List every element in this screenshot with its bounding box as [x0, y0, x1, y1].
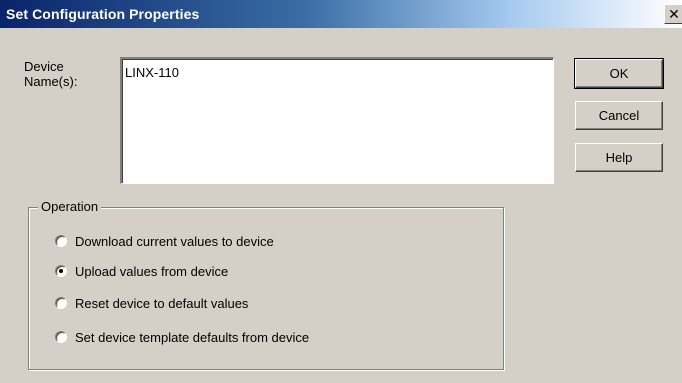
device-names-label-line1: Device [24, 59, 64, 74]
device-names-label-line2: Name(s): [24, 74, 78, 89]
radio-button-selected[interactable] [55, 265, 67, 277]
help-button-label: Help [605, 150, 633, 165]
radio-label: Download current values to device [75, 233, 274, 249]
radio-label: Set device template defaults from device [75, 329, 310, 345]
cancel-button[interactable]: Cancel [575, 101, 663, 130]
device-names-textarea[interactable]: LINX-110 [120, 57, 554, 184]
ok-button-label: OK [609, 66, 629, 81]
radio-button[interactable] [55, 331, 67, 343]
device-names-value: LINX-110 [125, 65, 179, 80]
radio-button[interactable] [55, 297, 67, 309]
radio-label: Upload values from device [75, 263, 229, 279]
close-icon: ✕ [668, 6, 680, 22]
radio-upload-values[interactable]: Upload values from device [55, 262, 228, 280]
radio-label: Reset device to default values [75, 295, 249, 311]
ok-button[interactable]: OK [574, 58, 664, 89]
operation-group-legend: Operation [38, 199, 102, 215]
radio-reset-defaults[interactable]: Reset device to default values [55, 294, 248, 312]
radio-download-current-values[interactable]: Download current values to device [55, 232, 274, 250]
radio-set-template-defaults[interactable]: Set device template defaults from device [55, 328, 309, 346]
dialog-title: Set Configuration Properties [6, 6, 200, 22]
cancel-button-label: Cancel [598, 108, 640, 123]
title-bar[interactable]: Set Configuration Properties ✕ [0, 0, 682, 28]
help-button[interactable]: Help [575, 143, 663, 172]
close-button[interactable]: ✕ [664, 4, 682, 24]
dialog-window: Set Configuration Properties ✕ Device Na… [0, 0, 682, 383]
device-names-label: Device Name(s): [24, 59, 77, 89]
radio-button[interactable] [55, 235, 67, 247]
